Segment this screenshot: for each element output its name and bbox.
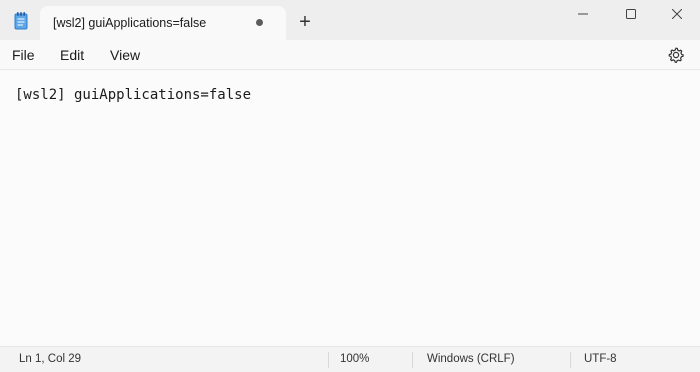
minimize-icon (578, 13, 588, 15)
close-icon (672, 9, 682, 19)
settings-button[interactable] (666, 45, 686, 65)
cursor-position: Ln 1, Col 29 (19, 353, 82, 365)
gear-icon (668, 47, 684, 63)
menu-edit[interactable]: Edit (60, 47, 84, 63)
menu-file[interactable]: File (12, 47, 35, 63)
editor-content[interactable]: [wsl2] guiApplications=false (15, 87, 251, 103)
status-divider (412, 352, 413, 368)
zoom-level[interactable]: 100% (340, 353, 369, 365)
unsaved-dot-icon[interactable] (256, 19, 263, 26)
notepad-app-icon (14, 11, 28, 30)
status-divider (328, 352, 329, 368)
maximize-icon (626, 9, 636, 19)
menu-view[interactable]: View (110, 47, 140, 63)
status-divider (570, 352, 571, 368)
line-ending[interactable]: Windows (CRLF) (427, 353, 515, 365)
status-bar: Ln 1, Col 29 100% Windows (CRLF) UTF-8 (0, 346, 700, 372)
close-button[interactable] (654, 0, 700, 28)
menu-bar: File Edit View (0, 40, 700, 70)
minimize-button[interactable] (560, 0, 606, 28)
notepad-window: [wsl2] guiApplications=false + File Edit… (0, 0, 700, 372)
encoding[interactable]: UTF-8 (584, 353, 617, 365)
document-tab[interactable]: [wsl2] guiApplications=false (40, 6, 286, 40)
text-editor[interactable]: [wsl2] guiApplications=false (0, 71, 700, 346)
new-tab-button[interactable]: + (294, 11, 316, 33)
tab-title: [wsl2] guiApplications=false (53, 16, 207, 30)
title-bar: [wsl2] guiApplications=false + (0, 0, 700, 40)
maximize-button[interactable] (608, 0, 654, 28)
